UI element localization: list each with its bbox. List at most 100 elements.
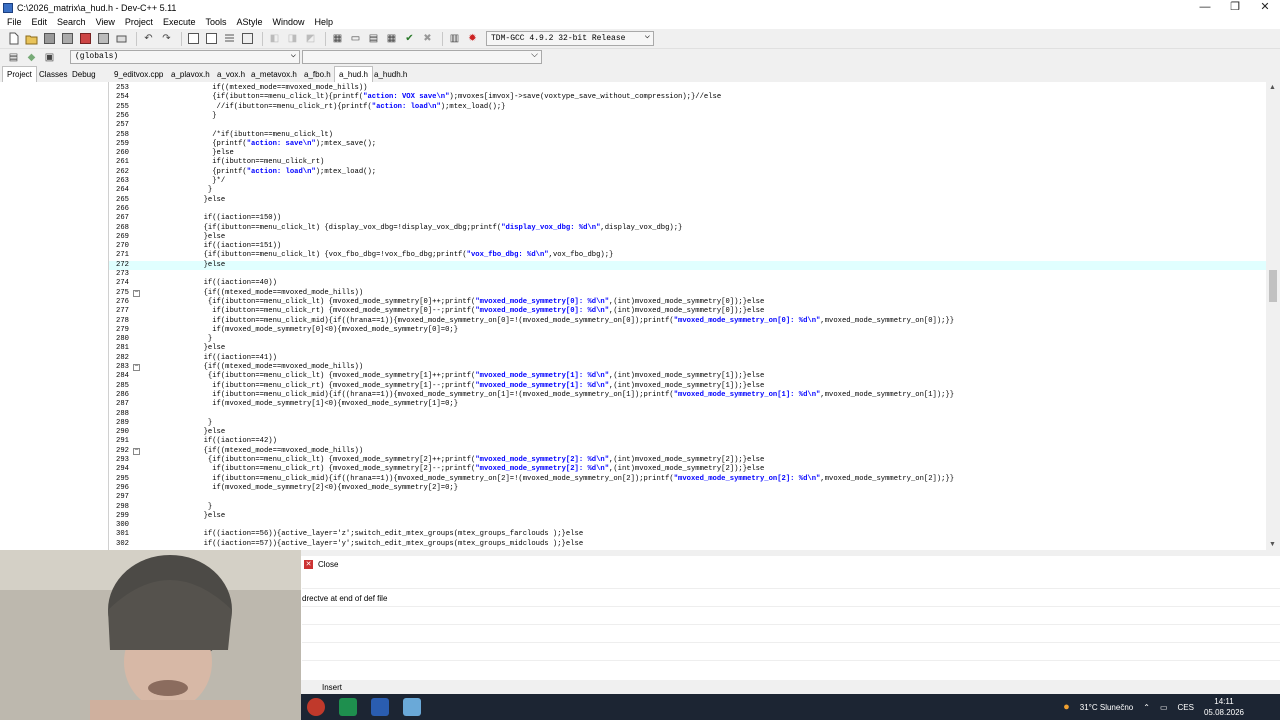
close-button[interactable]: ✕ [1250, 0, 1280, 15]
code-line[interactable]: 279 if(mvoxed_mode_symmetry[0]<0){mvoxed… [109, 326, 1266, 335]
goto-line-icon[interactable] [240, 32, 255, 46]
bookmark-icon[interactable]: ◩ [303, 32, 318, 46]
code-line[interactable]: 259 {printf("action: save\n");mtex_save(… [109, 140, 1266, 149]
redo-icon[interactable]: ↷ [159, 32, 174, 46]
maximize-button[interactable]: ❐ [1220, 0, 1250, 15]
code-line[interactable]: 280 } [109, 335, 1266, 344]
code-line[interactable]: 300 [109, 521, 1266, 530]
menu-tools[interactable]: Tools [200, 15, 231, 29]
code-line[interactable]: 254 {if(ibutton==menu_click_lt){printf("… [109, 93, 1266, 102]
code-line[interactable]: 282 if((iaction==41)) [109, 354, 1266, 363]
output-message[interactable]: drectve at end of def file [302, 594, 387, 603]
code-line[interactable]: 270 if((iaction==151)) [109, 242, 1266, 251]
scroll-down-icon[interactable]: ▼ [1269, 541, 1276, 548]
debug-icon[interactable]: ✹ [465, 32, 480, 46]
tab-project[interactable]: Project [2, 66, 37, 83]
scope-select[interactable] [302, 49, 542, 64]
project-panel[interactable] [0, 82, 109, 550]
menu-help[interactable]: Help [310, 15, 339, 29]
compiler-select[interactable]: TDM-GCC 4.9.2 32-bit Release [486, 30, 654, 46]
code-line[interactable]: 288 [109, 410, 1266, 419]
save-all-icon[interactable] [60, 32, 75, 46]
save-icon[interactable] [42, 32, 57, 46]
code-line[interactable]: 284 {if(ibutton==menu_click_lt) {mvoxed_… [109, 372, 1266, 381]
compile-run-icon[interactable]: ▤ [366, 32, 381, 46]
file-tab-a-hud[interactable]: a_hud.h [334, 66, 373, 83]
toggle-bookmark-icon[interactable]: ◆ [24, 50, 39, 64]
find-icon[interactable] [186, 32, 201, 46]
code-line[interactable]: 265 }else [109, 196, 1266, 205]
code-line[interactable]: 287 if(mvoxed_mode_symmetry[1]<0){mvoxed… [109, 400, 1266, 409]
code-line[interactable]: 256 } [109, 112, 1266, 121]
menu-edit[interactable]: Edit [27, 15, 53, 29]
code-line[interactable]: 260 }else [109, 149, 1266, 158]
code-line[interactable]: 294 if(ibutton==menu_click_rt) {mvoxed_m… [109, 465, 1266, 474]
scrollbar-thumb[interactable] [1269, 270, 1277, 302]
tab-classes[interactable]: Classes [35, 68, 71, 82]
menu-file[interactable]: File [2, 15, 27, 29]
file-tab-a-hudh[interactable]: a_hudh.h [370, 68, 411, 82]
close-output-button[interactable]: ✕ Close [304, 560, 338, 569]
code-line[interactable]: 301 if((iaction==56)){active_layer='z';s… [109, 530, 1266, 539]
code-line[interactable]: 277 if(ibutton==menu_click_rt) {mvoxed_m… [109, 307, 1266, 316]
back-icon[interactable]: ◧ [267, 32, 282, 46]
code-line[interactable]: 296 if(mvoxed_mode_symmetry[2]<0){mvoxed… [109, 484, 1266, 493]
network-icon[interactable]: ▭ [1160, 703, 1168, 712]
menu-search[interactable]: Search [52, 15, 91, 29]
globals-select[interactable]: (globals) [70, 49, 300, 64]
code-line[interactable]: 271 {if(ibutton==menu_click_lt) {vox_fbo… [109, 251, 1266, 260]
code-line[interactable]: 255 //if(ibutton==menu_click_rt){printf(… [109, 103, 1266, 112]
code-line[interactable]: 298 } [109, 503, 1266, 512]
code-line[interactable]: 291 if((iaction==42)) [109, 437, 1266, 446]
menu-project[interactable]: Project [120, 15, 158, 29]
code-line[interactable]: 283− {if((mtexed_mode==mvoxed_mode_hills… [109, 363, 1266, 372]
code-line[interactable]: 274 if((iaction==40)) [109, 279, 1266, 288]
fold-toggle-icon[interactable]: − [133, 364, 140, 371]
run-icon[interactable]: ▭ [348, 32, 363, 46]
code-line[interactable]: 290 }else [109, 428, 1266, 437]
profile-icon[interactable]: ▥ [447, 32, 462, 46]
fold-toggle-icon[interactable]: − [133, 447, 140, 455]
menu-astyle[interactable]: AStyle [231, 15, 267, 29]
clock[interactable]: 14:11 05.08.2026 [1204, 696, 1244, 718]
replace-icon[interactable] [204, 32, 219, 46]
code-line[interactable]: 295 if(ibutton==menu_click_mid){if((hran… [109, 475, 1266, 484]
file-tab-a-vox[interactable]: a_vox.h [213, 68, 249, 82]
menu-window[interactable]: Window [268, 15, 310, 29]
code-line[interactable]: 292− {if((mtexed_mode==mvoxed_mode_hills… [109, 447, 1266, 456]
code-line[interactable]: 302 if((iaction==57)){active_layer='y';s… [109, 540, 1266, 549]
code-line[interactable]: 262 {printf("action: load\n");mtex_load(… [109, 168, 1266, 177]
code-line[interactable]: 253 if((mtexed_mode==mvoxed_mode_hills)) [109, 84, 1266, 93]
insert-icon[interactable]: ▤ [6, 50, 21, 64]
code-line[interactable]: 278 if(ibutton==menu_click_mid){if((hran… [109, 317, 1266, 326]
code-line[interactable]: 273 [109, 270, 1266, 279]
editor-scrollbar[interactable]: ▲ ▼ [1266, 82, 1280, 550]
code-line[interactable]: 264 } [109, 186, 1266, 195]
code-line[interactable]: 268 {if(ibutton==menu_click_lt) {display… [109, 224, 1266, 233]
code-line[interactable]: 258 /*if(ibutton==menu_click_lt) [109, 131, 1266, 140]
menu-execute[interactable]: Execute [158, 15, 201, 29]
close-file-icon[interactable] [78, 32, 93, 46]
goto-bookmark-icon[interactable]: ▣ [42, 50, 57, 64]
weather-icon[interactable]: ● [1063, 701, 1070, 713]
code-line[interactable]: 266 [109, 205, 1266, 214]
file-tab-a-plavox[interactable]: a_plavox.h [167, 68, 214, 82]
file-tab-9-editvox[interactable]: 9_editvox.cpp [110, 68, 167, 82]
code-line[interactable]: 272 }else [109, 260, 1266, 270]
devcpp-taskbar-icon[interactable] [371, 698, 389, 716]
code-line[interactable]: 263 }*/ [109, 177, 1266, 186]
forward-icon[interactable]: ◨ [285, 32, 300, 46]
rebuild-icon[interactable]: ▦ [384, 32, 399, 46]
code-line[interactable]: 285 if(ibutton==menu_click_rt) {mvoxed_m… [109, 382, 1266, 391]
code-line[interactable]: 299 }else [109, 512, 1266, 521]
fold-toggle-icon[interactable]: − [133, 289, 140, 297]
print-icon[interactable] [114, 32, 129, 46]
compile-icon[interactable]: ▦ [330, 32, 345, 46]
chevron-up-icon[interactable]: ⌃ [1143, 703, 1150, 712]
code-editor[interactable]: 253 if((mtexed_mode==mvoxed_mode_hills))… [109, 82, 1266, 550]
code-line[interactable]: 281 }else [109, 344, 1266, 353]
open-file-icon[interactable] [24, 32, 39, 46]
language-indicator[interactable]: CES [1178, 703, 1194, 712]
file-tab-a-metavox[interactable]: a_metavox.h [247, 68, 301, 82]
code-line[interactable]: 293 {if(ibutton==menu_click_lt) {mvoxed_… [109, 456, 1266, 465]
